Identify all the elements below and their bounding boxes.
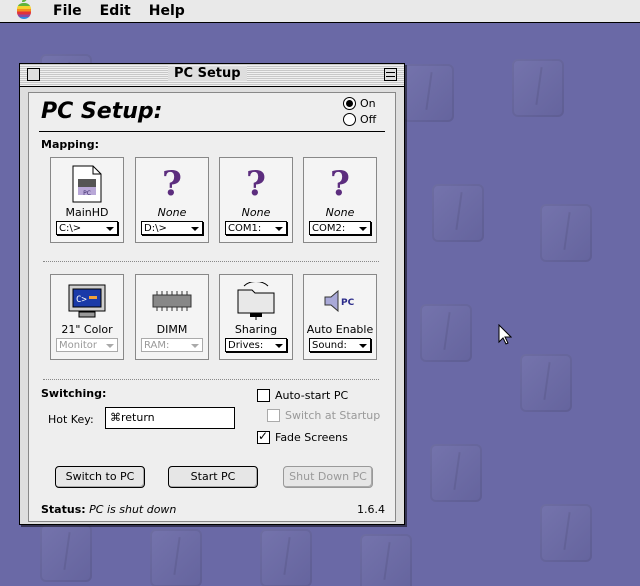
question-mark-icon: ? <box>162 164 182 204</box>
drive-tile-mainhd[interactable]: PC MainHD C:\> <box>50 157 124 243</box>
power-on-label: On <box>360 97 376 110</box>
memory-chip-icon <box>150 281 194 321</box>
device-tile-sharing[interactable]: Sharing Drives: <box>219 274 293 360</box>
control-panel: PC Setup: On Off Mapping: PC MainHD C:\>… <box>28 92 396 522</box>
device-tile-auto-enable[interactable]: PC Auto Enable Sound: <box>303 274 377 360</box>
svg-text:PC: PC <box>83 190 91 197</box>
title-bar[interactable]: PC Setup <box>20 64 404 87</box>
version-label: 1.6.4 <box>357 503 385 516</box>
device-label: DIMM <box>156 323 188 336</box>
desktop-pattern-icon <box>520 354 572 412</box>
power-off-radio[interactable]: Off <box>343 113 376 126</box>
drive-tile-com1[interactable]: ? None COM1: <box>219 157 293 243</box>
drive-tile-com2[interactable]: ? None COM2: <box>303 157 377 243</box>
drive-label: None <box>157 206 187 219</box>
start-pc-button[interactable]: Start PC <box>168 466 258 488</box>
switch-startup-label: Switch at Startup <box>285 409 381 422</box>
close-box-icon[interactable] <box>27 68 40 81</box>
divider <box>43 261 379 262</box>
svg-text:C>: C> <box>76 295 87 305</box>
panel-heading: PC Setup: <box>41 99 163 124</box>
drive-c-select[interactable]: C:\> <box>56 221 118 235</box>
device-label: 21" Color <box>61 323 113 336</box>
apple-menu-icon[interactable] <box>17 0 31 19</box>
device-label: Auto Enable <box>306 323 374 336</box>
power-on-radio[interactable]: On <box>343 97 376 110</box>
radio-on-icon <box>343 97 356 110</box>
switching-label: Switching: <box>41 387 107 400</box>
speaker-icon: PC <box>318 281 362 321</box>
desktop-pattern-icon <box>430 444 482 502</box>
device-tile-monitor[interactable]: C> 21" Color Monitor <box>50 274 124 360</box>
desktop-pattern-icon <box>540 504 592 562</box>
status-value: PC is shut down <box>89 503 177 516</box>
heading-divider <box>39 131 385 132</box>
shut-down-pc-button: Shut Down PC <box>283 466 373 488</box>
status-line: Status: PC is shut down <box>41 503 176 516</box>
drive-label: MainHD <box>65 206 109 219</box>
pc-setup-window: PC Setup PC Setup: On Off Mapping: PC Ma… <box>19 63 405 525</box>
drive-label: None <box>241 206 271 219</box>
power-off-label: Off <box>360 113 377 126</box>
question-mark-icon: ? <box>246 164 266 204</box>
monitor-icon: C> <box>65 281 109 321</box>
desktop-pattern-icon <box>512 59 564 117</box>
drive-d-select[interactable]: D:\> <box>141 221 203 235</box>
monitor-select: Monitor <box>56 338 118 352</box>
desktop-pattern-icon <box>420 304 472 362</box>
menu-help[interactable]: Help <box>149 3 185 19</box>
autostart-label: Auto-start PC <box>275 389 349 402</box>
menu-edit[interactable]: Edit <box>100 3 131 19</box>
window-title: PC Setup <box>168 66 247 81</box>
shared-folder-icon <box>234 281 278 321</box>
hotkey-label: Hot Key: <box>48 413 94 426</box>
question-mark-icon: ? <box>330 164 350 204</box>
hard-disk-icon: PC <box>65 164 109 204</box>
desktop-pattern-icon <box>40 524 92 582</box>
status-label: Status: <box>41 503 86 516</box>
desktop-pattern-icon <box>540 204 592 262</box>
autostart-checkbox[interactable]: Auto-start PC <box>257 389 348 402</box>
ram-select: RAM: <box>141 338 203 352</box>
svg-text:PC: PC <box>341 298 355 308</box>
divider <box>43 379 379 380</box>
drive-tile-d[interactable]: ? None D:\> <box>135 157 209 243</box>
switch-to-pc-button[interactable]: Switch to PC <box>55 466 145 488</box>
menu-bar: File Edit Help <box>0 0 640 23</box>
desktop-pattern-icon <box>360 534 412 586</box>
desktop-pattern-icon <box>150 529 202 586</box>
menu-file[interactable]: File <box>53 3 82 19</box>
desktop-pattern-icon <box>260 529 312 586</box>
device-label: Sharing <box>234 323 278 336</box>
device-tile-dimm[interactable]: DIMM RAM: <box>135 274 209 360</box>
radio-off-icon <box>343 113 356 126</box>
sound-select[interactable]: Sound: <box>309 338 371 352</box>
drive-label: None <box>325 206 355 219</box>
com2-select[interactable]: COM2: <box>309 221 371 235</box>
fade-label: Fade Screens <box>275 431 348 444</box>
desktop-pattern-icon <box>402 64 454 122</box>
checkbox-icon <box>267 409 280 422</box>
desktop-pattern-icon <box>432 184 484 242</box>
hotkey-field[interactable]: ⌘return <box>105 407 235 429</box>
checkbox-checked-icon <box>257 429 270 444</box>
collapse-box-icon[interactable] <box>384 68 397 81</box>
mapping-label: Mapping: <box>41 138 99 151</box>
fade-screens-checkbox[interactable]: Fade Screens <box>257 429 348 444</box>
com1-select[interactable]: COM1: <box>225 221 287 235</box>
drives-select[interactable]: Drives: <box>225 338 287 352</box>
mouse-cursor-icon <box>498 324 512 345</box>
switch-at-startup-checkbox: Switch at Startup <box>267 409 380 422</box>
checkbox-icon <box>257 389 270 402</box>
